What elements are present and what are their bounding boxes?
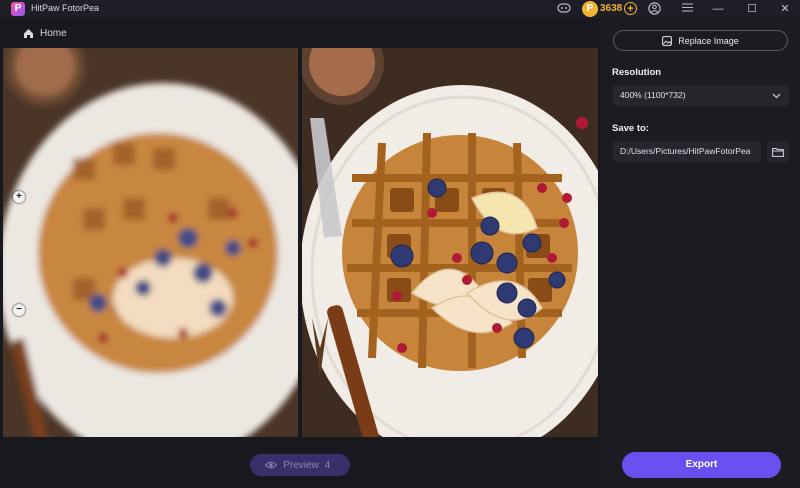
replace-image-button[interactable]: Replace Image xyxy=(613,30,788,51)
add-coins-button[interactable]: + xyxy=(624,2,637,15)
enhanced-image[interactable] xyxy=(302,48,598,437)
browse-folder-button[interactable] xyxy=(767,141,789,162)
image-icon xyxy=(662,35,673,46)
title-bar: P HitPaw FotorPea P 3638 + — ☐ ✕ xyxy=(0,0,800,18)
close-button[interactable]: ✕ xyxy=(770,0,800,18)
home-breadcrumb[interactable]: Home xyxy=(23,28,67,39)
coin-count: 3638 xyxy=(600,3,623,14)
preview-count: 4 xyxy=(324,459,331,471)
resolution-label: Resolution xyxy=(612,67,662,78)
minimize-button[interactable]: — xyxy=(703,0,733,18)
eye-icon xyxy=(265,461,278,469)
chevron-down-icon xyxy=(772,85,781,114)
home-icon xyxy=(24,29,33,38)
preview-label: Preview xyxy=(283,459,319,471)
resolution-value: 400% (1100*732) xyxy=(620,90,686,100)
maximize-button[interactable]: ☐ xyxy=(737,0,767,18)
coin-icon: P xyxy=(582,1,598,17)
app-title: HitPaw FotorPea xyxy=(31,3,100,13)
original-image[interactable] xyxy=(3,48,298,437)
replace-image-label: Replace Image xyxy=(678,35,739,46)
folder-icon xyxy=(772,147,784,157)
zoom-out-button[interactable]: − xyxy=(13,304,25,316)
discord-icon[interactable] xyxy=(557,2,571,16)
zoom-in-button[interactable]: + xyxy=(13,191,25,203)
user-icon[interactable] xyxy=(647,2,661,16)
export-button[interactable]: Export xyxy=(622,452,781,478)
resolution-select[interactable]: 400% (1100*732) xyxy=(613,85,789,106)
save-path-field[interactable]: D:/Users/Pictures/HitPawFotorPea xyxy=(613,141,761,162)
hamburger-icon[interactable] xyxy=(680,2,694,16)
app-logo: P xyxy=(11,2,25,16)
preview-button[interactable]: Preview 4 xyxy=(250,454,350,476)
save-to-label: Save to: xyxy=(612,123,649,134)
home-label: Home xyxy=(40,28,67,39)
